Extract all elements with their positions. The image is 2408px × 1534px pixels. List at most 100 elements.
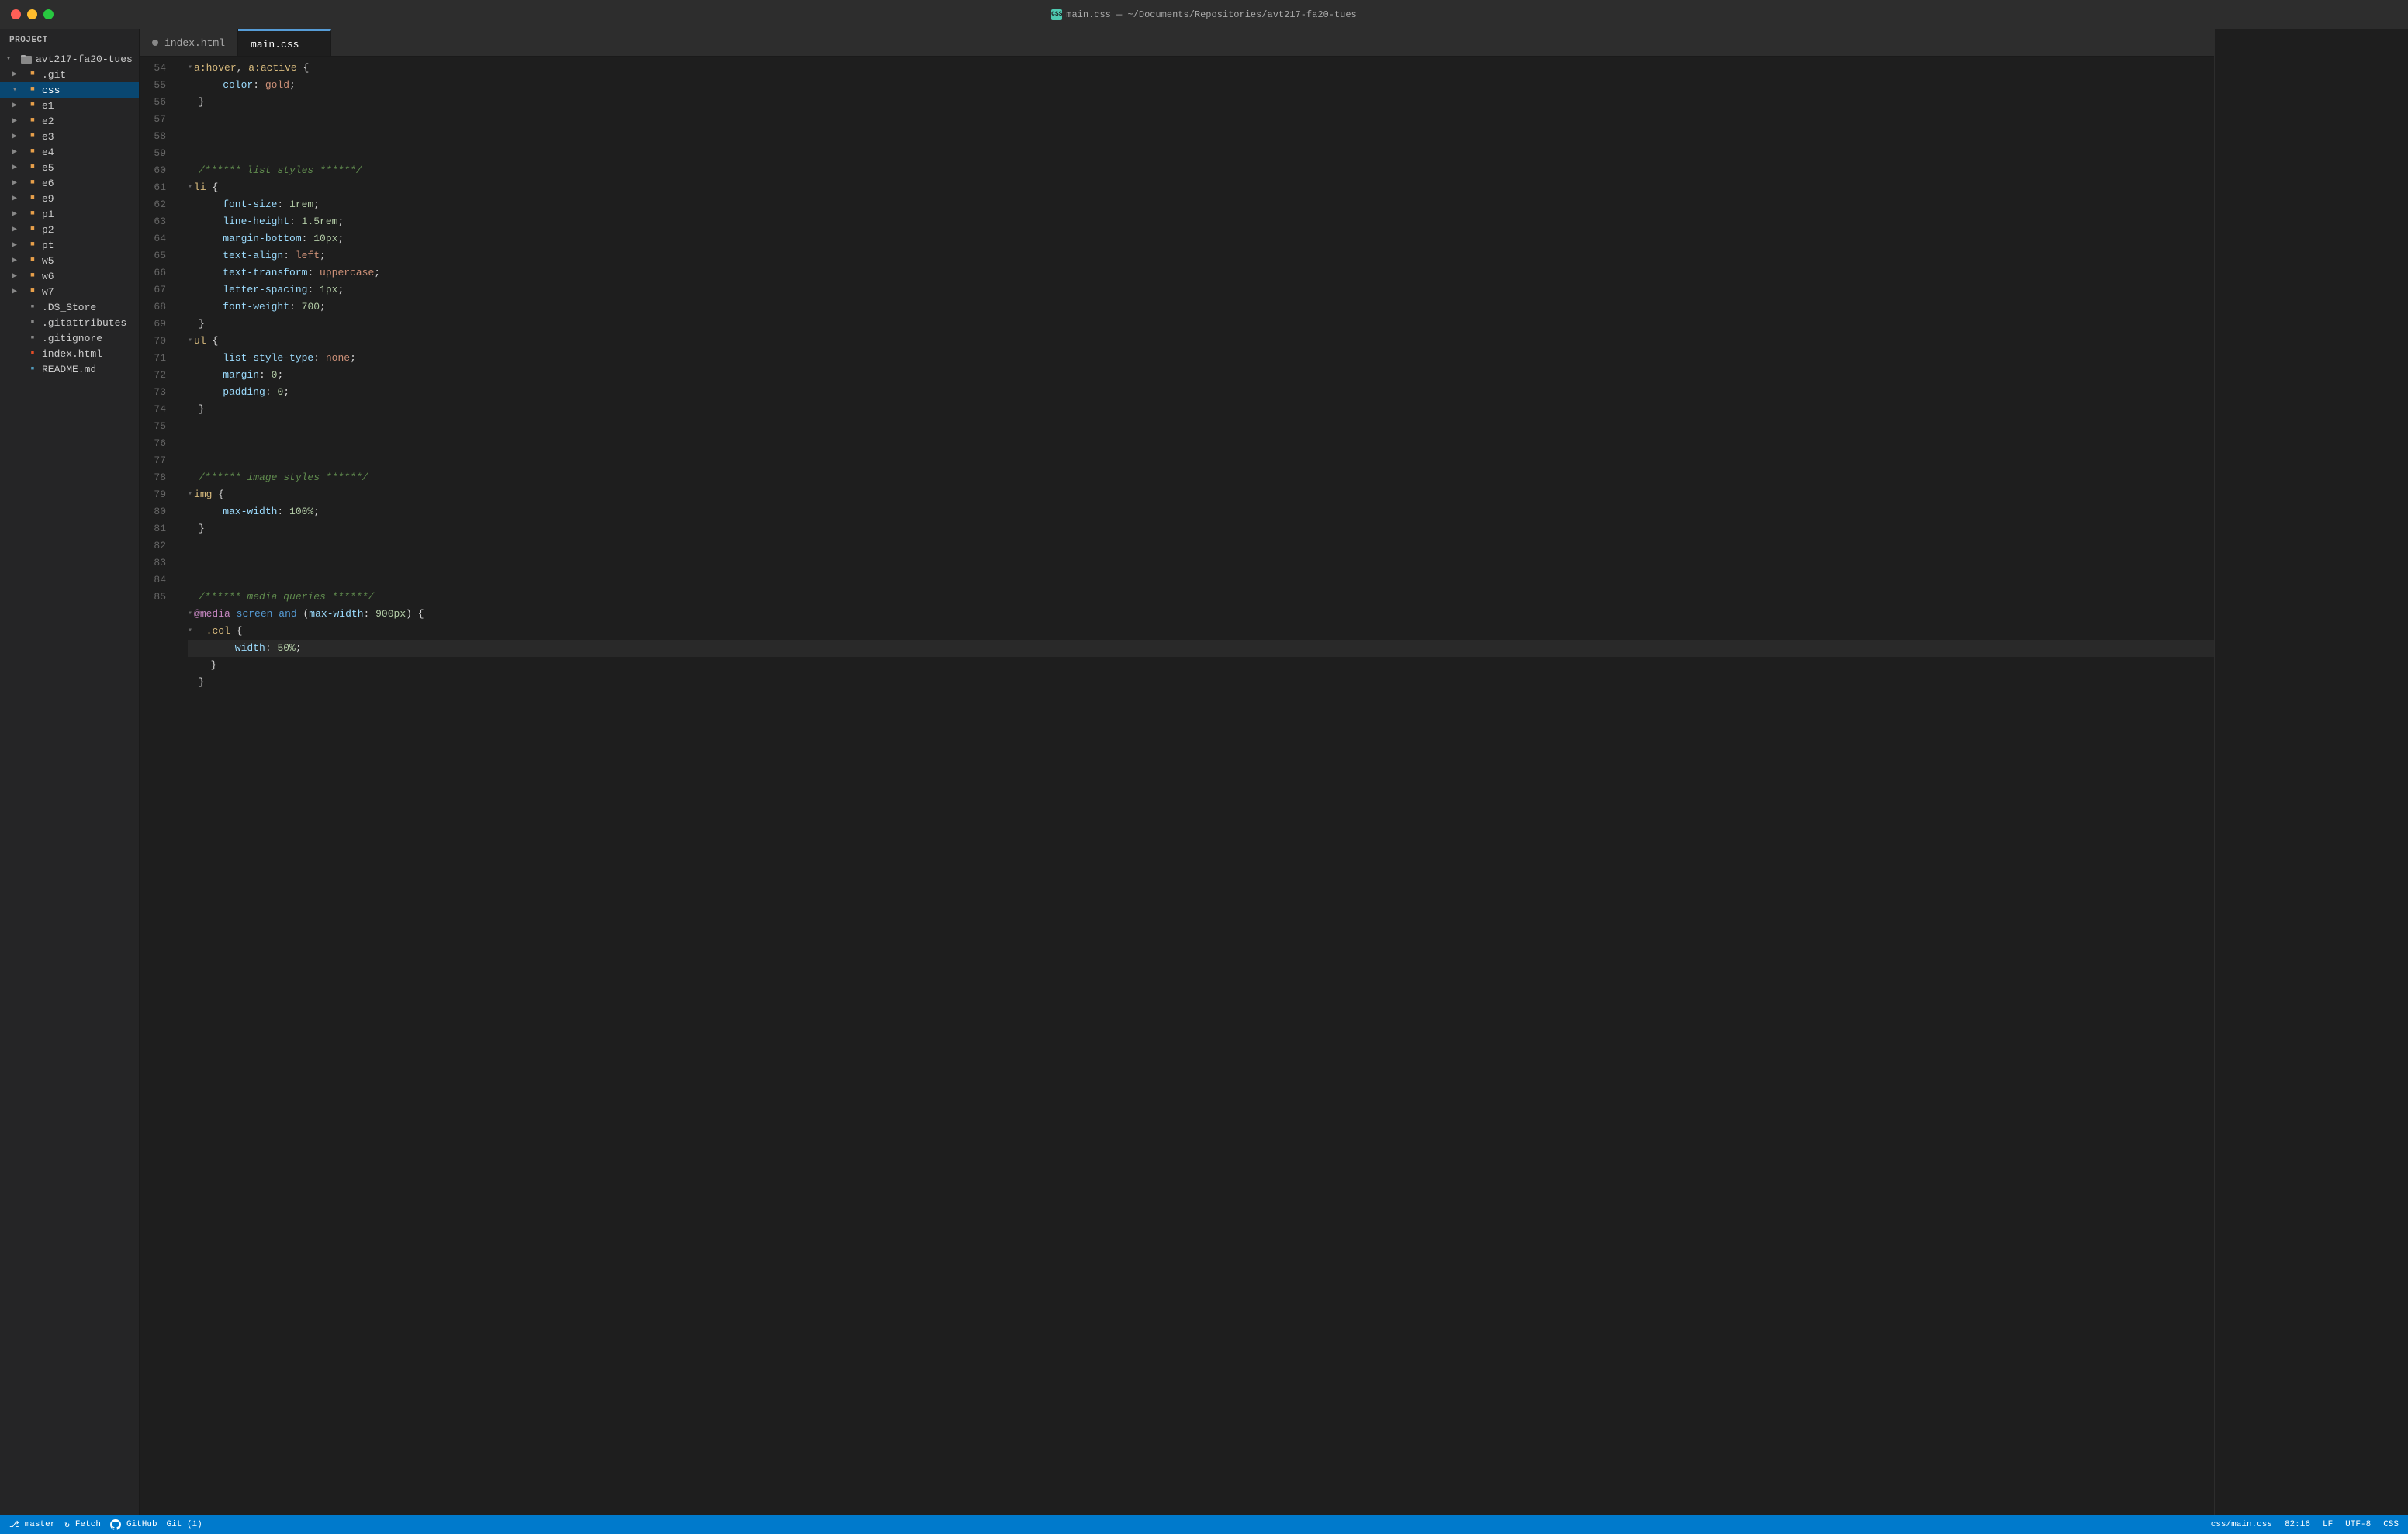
chevron-right-icon: ▶ [12,256,23,265]
code-line-71: padding: 0; [188,384,2214,401]
sidebar-item-label: .DS_Store [42,302,96,313]
status-github[interactable]: GitHub [110,1519,157,1530]
file-md-icon [26,363,39,375]
close-button[interactable] [11,9,21,19]
sidebar-item-readme[interactable]: README.md [0,361,139,377]
code-line-62: margin-bottom: 10px; [188,230,2214,247]
sidebar-item-w6[interactable]: ▶ w6 [0,268,139,284]
tab-index-html[interactable]: index.html [140,29,238,56]
project-name: avt217-fa20-tues [36,54,133,65]
file-path-label: css/main.css [2211,1520,2272,1529]
status-encoding[interactable]: LF [2323,1520,2333,1529]
folder-e9-icon [26,192,39,205]
sidebar-item-e6[interactable]: ▶ e6 [0,175,139,191]
sidebar-item-label: e2 [42,116,54,127]
status-right: css/main.css 82:16 LF UTF-8 CSS [2211,1520,2399,1529]
titlebar: CSS main.css — ~/Documents/Repositories/… [0,0,2408,29]
branch-label: master [25,1520,56,1529]
sidebar-item-label: e9 [42,193,54,205]
sidebar-item-index-html[interactable]: index.html [0,346,139,361]
fold-arrow-80[interactable]: ▾ [188,606,192,623]
sidebar-item-w7[interactable]: ▶ w7 [0,284,139,299]
sidebar-item-label: .gitattributes [42,317,126,329]
chevron-right-icon: ▶ [12,225,23,234]
tab-label: index.html [164,37,225,49]
line-numbers: 54 55 56 57 58 59 60 61 62 63 64 65 66 6… [140,57,178,1515]
chevron-right-icon: ▶ [12,287,23,296]
sidebar-item-pt[interactable]: ▶ pt [0,237,139,253]
sidebar-item-w5[interactable]: ▶ w5 [0,253,139,268]
sidebar-item-e1[interactable]: ▶ e1 [0,98,139,113]
sidebar-item-e9[interactable]: ▶ e9 [0,191,139,206]
chevron-down-icon: ▾ [6,54,17,64]
minimize-button[interactable] [27,9,37,19]
fold-arrow-59[interactable]: ▾ [188,179,192,196]
status-git[interactable]: Git (1) [167,1520,202,1529]
sidebar-item-label: e1 [42,100,54,112]
sidebar-item-label: .gitignore [42,333,102,344]
sidebar-item-gitignore[interactable]: .gitignore [0,330,139,346]
sidebar-item-e4[interactable]: ▶ e4 [0,144,139,160]
sidebar-item-p2[interactable]: ▶ p2 [0,222,139,237]
chevron-right-icon: ▶ [12,147,23,157]
code-line-54: ▾ a:hover, a:active { [188,60,2214,77]
sidebar-item-gitattributes[interactable]: .gitattributes [0,315,139,330]
code-line-55: color: gold; [188,77,2214,94]
sidebar-item-ds-store[interactable]: .DS_Store [0,299,139,315]
code-line-74: /****** image styles ******/ [188,469,2214,486]
folder-p2-icon [26,223,39,236]
language-label: CSS [2383,1520,2399,1529]
folder-e6-icon [26,177,39,189]
file-gitattributes-icon [26,316,39,329]
sidebar-item-css[interactable]: ▾ css [0,82,139,98]
code-line-61: line-height: 1.5rem; [188,213,2214,230]
git-label: Git (1) [167,1520,202,1529]
code-editor[interactable]: ▾ a:hover, a:active { color: gold; } [178,57,2214,1515]
folder-e3-icon [26,130,39,143]
refresh-icon [64,1519,72,1530]
sidebar-item-label: index.html [42,348,102,360]
sidebar-item-git[interactable]: ▶ .git [0,67,139,82]
code-line-57 [188,111,2214,162]
status-fetch[interactable]: Fetch [64,1519,101,1530]
chevron-right-icon: ▶ [12,178,23,188]
chevron-right-icon: ▶ [12,271,23,281]
chevron-right-icon: ▶ [12,163,23,172]
sidebar-item-label: e4 [42,147,54,158]
folder-pt-icon [26,239,39,251]
code-line-76: max-width: 100%; [188,503,2214,520]
tab-main-css[interactable]: main.css [238,29,331,56]
sidebar-item-e5[interactable]: ▶ e5 [0,160,139,175]
code-line-60: font-size: 1rem; [188,196,2214,213]
status-language[interactable]: CSS [2383,1520,2399,1529]
sidebar-item-e3[interactable]: ▶ e3 [0,129,139,144]
code-line-69: list-style-type: none; [188,350,2214,367]
code-line-68: ▾ ul { [188,333,2214,350]
branch-icon [9,1519,22,1530]
chevron-right-icon: ▶ [12,70,23,79]
folder-w5-icon [26,254,39,267]
sidebar-item-project-root[interactable]: ▾ avt217-fa20-tues [0,51,139,67]
chevron-right-icon: ▶ [12,116,23,126]
folder-git-icon [26,68,39,81]
status-file-path[interactable]: css/main.css [2211,1520,2272,1529]
maximize-button[interactable] [43,9,54,19]
fold-arrow-54[interactable]: ▾ [188,60,192,77]
chevron-right-icon: ▶ [12,132,23,141]
sidebar-item-e2[interactable]: ▶ e2 [0,113,139,129]
fold-arrow-81[interactable]: ▾ [188,623,192,640]
status-position[interactable]: 82:16 [2285,1520,2310,1529]
fold-arrow-75[interactable]: ▾ [188,486,192,503]
file-html-icon [26,347,39,360]
sidebar-header: Project [0,29,139,51]
code-line-83: } [188,657,2214,674]
fold-arrow-68[interactable]: ▾ [188,333,192,350]
sidebar-item-p1[interactable]: ▶ p1 [0,206,139,222]
sidebar-item-label: README.md [42,364,96,375]
status-branch[interactable]: master [9,1519,55,1530]
main-layout: Project ▾ avt217-fa20-tues ▶ .git ▾ css … [0,29,2408,1515]
github-icon [110,1519,121,1530]
status-charset[interactable]: UTF-8 [2345,1520,2371,1529]
code-line-84: } [188,674,2214,691]
css-file-icon: CSS [1051,9,1062,20]
